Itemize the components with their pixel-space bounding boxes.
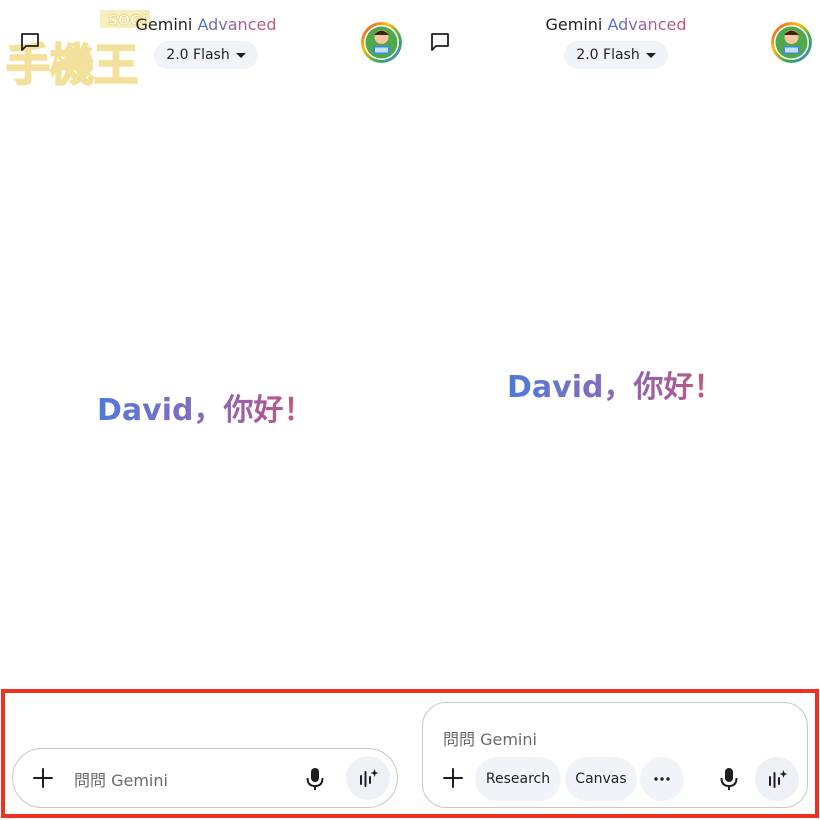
app-title: Gemini Advanced	[516, 14, 716, 36]
greeting-text: David，你好！	[507, 362, 723, 406]
chat-icon[interactable]	[19, 31, 41, 53]
header-title-block: Gemini Advanced 2.0 Flash	[106, 14, 306, 69]
input-highlight-frame	[1, 689, 819, 818]
app-title-tier: Advanced	[607, 15, 687, 34]
avatar[interactable]	[361, 22, 402, 63]
greeting-text: David，你好！	[97, 385, 313, 429]
avatar[interactable]	[771, 22, 812, 63]
model-selector[interactable]: 2.0 Flash	[154, 41, 258, 69]
chevron-down-icon	[235, 52, 246, 58]
chat-icon[interactable]	[429, 31, 451, 53]
header-title-block: Gemini Advanced 2.0 Flash	[516, 14, 716, 69]
model-selector[interactable]: 2.0 Flash	[564, 41, 668, 69]
app-title-brand: Gemini	[135, 15, 193, 34]
chevron-down-icon	[645, 52, 656, 58]
model-selector-label: 2.0 Flash	[166, 47, 230, 63]
app-title: Gemini Advanced	[106, 14, 306, 36]
app-title-tier: Advanced	[197, 15, 277, 34]
model-selector-label: 2.0 Flash	[576, 47, 640, 63]
app-title-brand: Gemini	[545, 15, 603, 34]
